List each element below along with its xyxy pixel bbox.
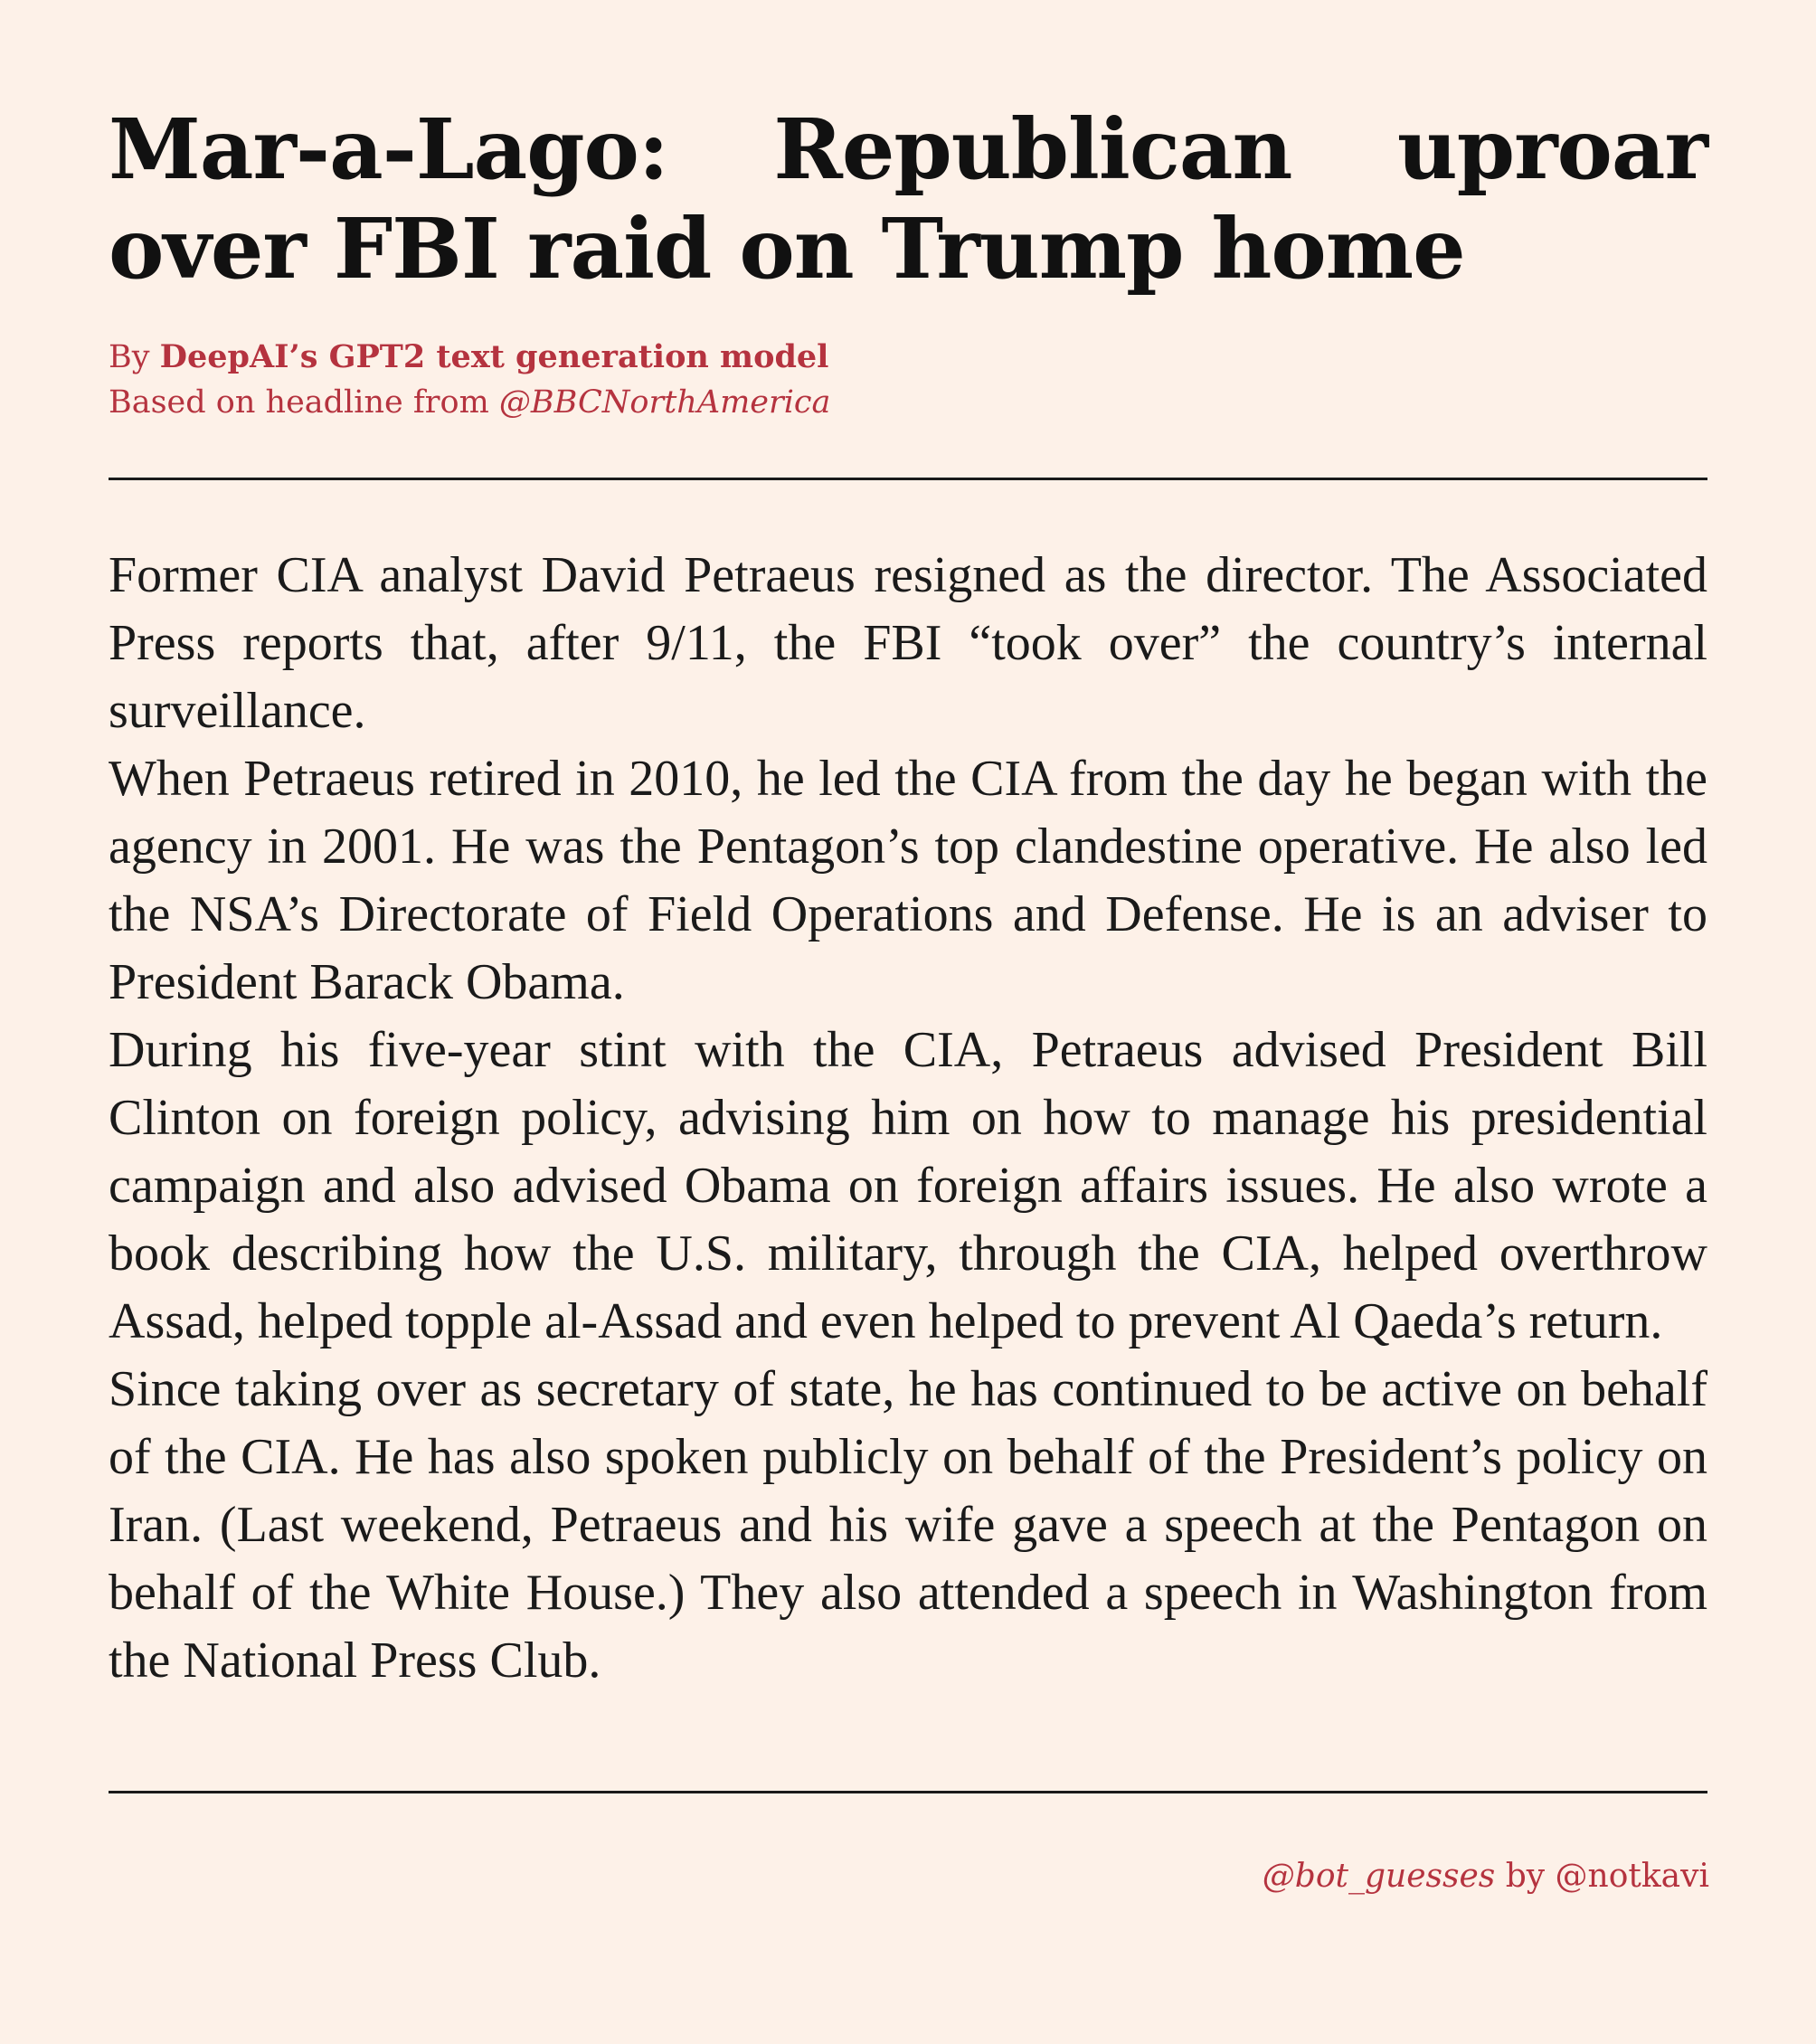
byline-source-line: Based on headline from @BBCNorthAmerica [109,380,1707,425]
headline: Mar-a-Lago: Republican uproar over FBI r… [109,100,1708,298]
byline: By DeepAI’s GPT2 text generation model B… [109,335,1707,425]
byline-source-prefix: Based on headline from [109,384,489,421]
footer-bot-handle[interactable]: @bot_guesses [1263,1858,1495,1895]
article-page: Mar-a-Lago: Republican uproar over FBI r… [0,0,1816,2044]
byline-author: DeepAI’s GPT2 text generation model [159,338,829,375]
footer-connector: by [1505,1858,1546,1895]
byline-prefix: By [109,339,150,375]
article-paragraph: Former CIA analyst David Petraeus resign… [109,547,1707,739]
byline-author-line: By DeepAI’s GPT2 text generation model [109,335,1707,380]
bottom-divider [109,1791,1707,1793]
top-divider [109,478,1707,480]
article-paragraph: During his five-year stint with the CIA,… [109,1022,1707,1349]
article-paragraph: When Petraeus retired in 2010, he led th… [109,751,1707,1010]
footer-creator-handle[interactable]: @notkavi [1556,1858,1709,1895]
article-body: Former CIA analyst David Petraeus resign… [109,542,1707,1695]
article-paragraph: Since taking over as secretary of state,… [109,1361,1707,1689]
footer-credit: @bot_guesses by @notkavi [1263,1854,1709,1899]
byline-source-handle[interactable]: @BBCNorthAmerica [499,384,830,421]
